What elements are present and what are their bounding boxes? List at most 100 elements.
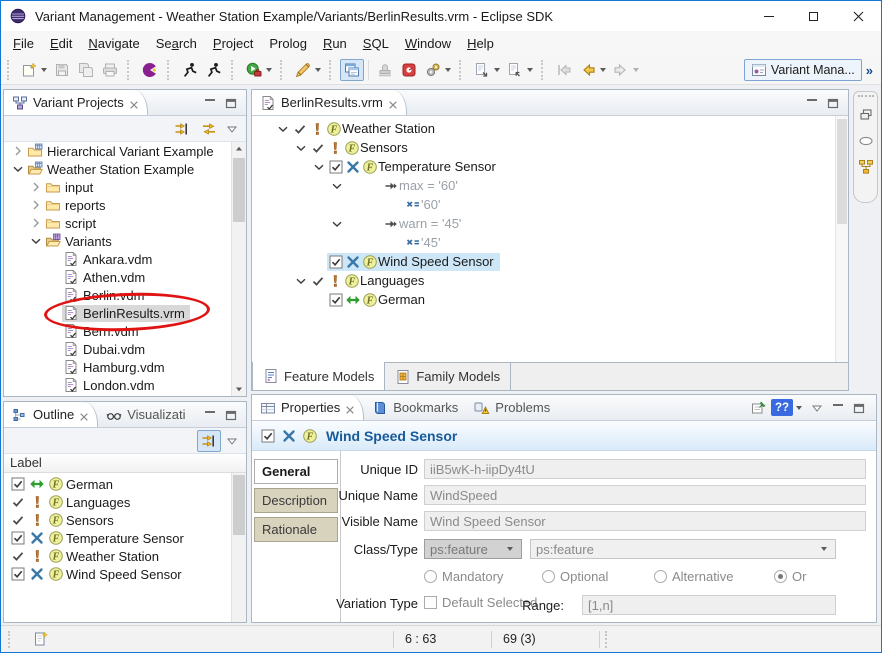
tab-properties[interactable]: Properties [252,395,364,420]
help-dropdown[interactable] [796,406,802,413]
radio-alternative[interactable]: Alternative [654,569,733,584]
feature-row-max-60[interactable]: max = '60' [252,176,848,195]
expand-toggle[interactable] [328,177,345,194]
tree-item-variants[interactable]: Variants [4,232,246,250]
marker-button[interactable] [291,59,315,81]
perspective-overflow-chevron[interactable]: » [866,63,875,78]
tree-item-berlinresults-vrm[interactable]: BerlinResults.vrm [4,304,246,322]
feature-row-languages[interactable]: FLanguages [252,271,848,290]
feature-row-temperature-sensor[interactable]: FTemperature Sensor [252,157,848,176]
class-combo[interactable]: ps:feature [424,539,522,559]
close-icon[interactable] [79,410,89,420]
tree-item-ankara-vdm[interactable]: Ankara.vdm [4,250,246,268]
menu-help[interactable]: Help [459,33,502,54]
range-input[interactable] [582,595,836,615]
last-edit-location-button[interactable] [552,59,576,81]
scrollbar-thumb[interactable] [837,119,847,224]
checkbox-checked-icon[interactable] [260,428,276,444]
outline-item-weather-station[interactable]: FWeather Station [4,547,246,565]
collapse-tree-button[interactable] [170,118,194,140]
close-icon[interactable] [129,98,139,108]
tree-item-berlin-vdm[interactable]: Berlin.vdm [4,286,246,304]
print-button[interactable] [98,59,122,81]
radio-mandatory[interactable]: Mandatory [424,569,503,584]
expand-toggle[interactable] [28,215,44,231]
tree-item-reports[interactable]: reports [4,196,246,214]
menu-file[interactable]: File [5,33,42,54]
menu-navigate[interactable]: Navigate [80,33,147,54]
maximize-button[interactable] [791,1,836,31]
radio-or[interactable]: Or [774,569,806,584]
expand-toggle[interactable] [274,120,291,137]
minimize-button[interactable] [746,1,791,31]
tree-item-athen-vdm[interactable]: Athen.vdm [4,268,246,286]
scrollbar-vertical[interactable] [835,116,848,362]
previous-annotation-button[interactable] [503,59,527,81]
view-maximize-button[interactable] [850,399,868,417]
tree-item-hamburg-vdm[interactable]: Hamburg.vdm [4,358,246,376]
view-minimize-button[interactable] [201,94,219,112]
tree-item-bern-vdm[interactable]: Bern.vdm [4,322,246,340]
scroll-down-icon[interactable] [233,383,245,395]
save-button[interactable] [50,59,74,81]
forward-button[interactable] [609,59,633,81]
outline-item-sensors[interactable]: FSensors [4,511,246,529]
menu-window[interactable]: Window [397,33,459,54]
radio-optional[interactable]: Optional [542,569,608,584]
view-minimize-button[interactable] [803,94,821,112]
restore-view-button[interactable] [857,106,875,124]
stamp-button[interactable] [373,59,397,81]
unique-name-input[interactable] [424,485,866,505]
feature-row-60[interactable]: '60' [252,195,848,214]
run-model-check-button[interactable] [178,59,202,81]
expand-toggle[interactable] [10,161,26,177]
tab-outline[interactable]: Outline [4,402,98,427]
run-dropdown[interactable] [266,68,272,75]
view-maximize-button[interactable] [824,94,842,112]
save-all-button[interactable] [74,59,98,81]
feature-row-german[interactable]: FGerman [252,290,848,309]
tree-item-input[interactable]: input [4,178,246,196]
feature-row-weather-station[interactable]: FWeather Station [252,119,848,138]
expand-toggle[interactable] [292,272,309,289]
marker-dropdown[interactable] [315,68,321,75]
expand-toggle[interactable] [28,233,44,249]
new-dropdown[interactable] [41,68,47,75]
close-icon[interactable] [345,403,355,413]
type-combo[interactable]: ps:feature [530,539,836,559]
tree-item-weather-station-example[interactable]: Weather Station Example [4,160,246,178]
previous-annotation-dropdown[interactable] [527,68,533,75]
view-menu-button[interactable] [224,118,240,140]
expand-toggle[interactable] [328,215,345,232]
toolbar-gripper[interactable] [7,60,12,80]
feature-row-sensors[interactable]: FSensors [252,138,848,157]
back-dropdown[interactable] [600,68,606,75]
open-editor-button[interactable] [340,59,364,81]
outline-item-languages[interactable]: FLanguages [4,493,246,511]
checkbox-checked-cell[interactable] [327,291,344,308]
scrollbar-thumb[interactable] [233,475,245,535]
feature-row-wind-speed-sensor[interactable]: FWind Speed Sensor [252,252,848,271]
feature-row-warn-45[interactable]: warn = '45' [252,214,848,233]
tab-visualization[interactable]: Visualizati [98,402,193,427]
forward-dropdown[interactable] [633,68,639,75]
tab-family-models[interactable]: Family Models [385,363,511,390]
view-menu-button[interactable] [808,399,826,417]
gears-dropdown[interactable] [445,68,451,75]
checkbox-checked-cell[interactable] [327,158,344,175]
expand-toggle[interactable] [292,139,309,156]
tab-variant-projects[interactable]: Variant Projects [4,90,148,115]
tree-item-script[interactable]: script [4,214,246,232]
expand-toggle[interactable] [28,179,44,195]
outline-item-wind-speed-sensor[interactable]: FWind Speed Sensor [4,565,246,583]
help-button[interactable]: ?? [771,399,793,416]
outline-column-header[interactable]: Label [4,454,246,473]
tab-problems[interactable]: Problems [466,395,558,420]
tree-item-madrid-vdm[interactable]: Madrid.vdm [4,394,246,396]
next-annotation-button[interactable] [470,59,494,81]
variant-transform-button[interactable] [397,59,421,81]
close-icon[interactable] [388,98,398,108]
scrollbar-vertical[interactable] [231,473,246,622]
run-model-check-all-button[interactable] [202,59,226,81]
view-menu-button[interactable] [224,430,240,452]
